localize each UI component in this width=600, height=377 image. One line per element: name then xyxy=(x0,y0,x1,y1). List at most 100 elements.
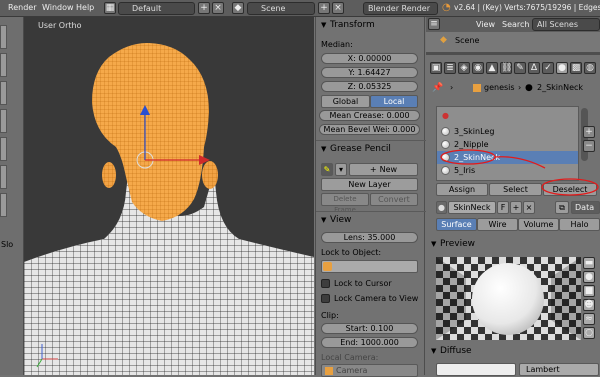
modifiers-tab-icon[interactable]: ✎ xyxy=(514,62,526,74)
scene-tree-icon: ◆ xyxy=(440,35,447,45)
view-panel-header[interactable]: ▼ View xyxy=(316,213,424,228)
material-slot-item[interactable]: 5_Iris xyxy=(437,164,578,177)
preview-monkey-icon[interactable]: ☻ xyxy=(583,299,595,311)
preview-sphere-icon[interactable]: ● xyxy=(583,271,595,283)
preview-flat-icon[interactable]: ▬ xyxy=(583,257,595,269)
material-preview xyxy=(436,257,581,340)
shelf-tab[interactable] xyxy=(0,193,7,217)
lens-field[interactable]: Lens: 35.000 xyxy=(321,232,418,243)
texture-tab-icon[interactable]: ▩ xyxy=(570,62,582,74)
material-browse-icon[interactable]: ● xyxy=(436,201,447,214)
shelf-tab[interactable] xyxy=(0,81,7,105)
tab-volume[interactable]: Volume xyxy=(518,218,559,231)
local-button[interactable]: Local xyxy=(370,95,418,108)
global-button[interactable]: Global xyxy=(321,95,370,108)
clip-start-field[interactable]: Start: 0.100 xyxy=(321,323,418,334)
editor-type-icon[interactable]: ≡ xyxy=(428,18,440,30)
material-tab-icon[interactable]: ● xyxy=(556,62,568,74)
physics-tab-icon[interactable]: ◍ xyxy=(584,62,596,74)
material-slot-label: 2_Nipple xyxy=(454,140,489,149)
outliner-filter-select[interactable]: All Scenes xyxy=(532,18,600,31)
shelf-tab[interactable] xyxy=(0,109,7,133)
deselect-button[interactable]: Deselect xyxy=(543,183,597,196)
outliner-search-menu[interactable]: Search xyxy=(502,20,529,29)
shelf-tab[interactable] xyxy=(0,137,7,161)
mean-crease-field[interactable]: Mean Crease: 0.000 xyxy=(319,110,420,121)
layers-tab-icon[interactable]: ≣ xyxy=(444,62,456,74)
material-slot-item[interactable]: 2_Nipple xyxy=(437,138,578,151)
diffuse-panel-header[interactable]: ▼ Diffuse xyxy=(426,344,600,359)
tab-wire[interactable]: Wire xyxy=(477,218,518,231)
preview-type-strip: ▬ ● ■ ☻ ≈ ○ xyxy=(582,257,597,339)
fake-user-button[interactable]: F xyxy=(497,201,509,214)
object-tab-icon[interactable]: ▲ xyxy=(486,62,498,74)
link-type-select[interactable]: Data xyxy=(571,201,600,214)
remove-layout-icon[interactable]: × xyxy=(212,2,224,14)
add-layout-icon[interactable]: + xyxy=(198,2,210,14)
bone-tab-icon[interactable]: ✓ xyxy=(542,62,554,74)
screen-layout-select[interactable]: Default xyxy=(118,2,195,15)
clip-end-field[interactable]: End: 1000.000 xyxy=(321,337,418,348)
pencil-icon[interactable]: ✎ xyxy=(321,163,333,176)
scene-select[interactable]: Scene xyxy=(247,2,315,15)
material-icon: ● xyxy=(525,83,533,93)
shelf-tab[interactable] xyxy=(0,165,7,189)
stats-text: v2.64 | (Key) Verts:7675/19296 | Edges:1 xyxy=(454,3,600,12)
grease-dropdown-icon[interactable]: ▾ xyxy=(335,163,347,176)
render-engine-select[interactable]: Blender Render xyxy=(363,2,438,15)
grease-pencil-header[interactable]: ▼ Grease Pencil xyxy=(316,142,424,157)
menu-window[interactable]: Window xyxy=(42,3,74,12)
shelf-tab[interactable] xyxy=(0,25,7,49)
material-slot-item[interactable]: 3_SkinLeg xyxy=(437,125,578,138)
convert-button[interactable]: Convert xyxy=(370,193,418,206)
delete-frame-button[interactable]: Delete Frame xyxy=(321,193,369,214)
lock-camera-checkbox[interactable] xyxy=(321,294,330,303)
select-button[interactable]: Select xyxy=(489,183,542,196)
3d-viewport[interactable]: User Ortho xyxy=(24,17,314,375)
outliner-scene-item[interactable]: Scene xyxy=(455,36,479,45)
shelf-tab[interactable] xyxy=(0,53,7,77)
diffuse-color-swatch[interactable] xyxy=(436,363,516,376)
render-tab-icon[interactable]: ▣ xyxy=(430,62,442,74)
preview-sky-icon[interactable]: ○ xyxy=(583,327,595,339)
pin-icon[interactable]: 📌 xyxy=(432,83,443,93)
preview-cube-icon[interactable]: ■ xyxy=(583,285,595,297)
median-y-field[interactable]: Y: 1.64427 xyxy=(321,67,418,78)
outliner-view-menu[interactable]: View xyxy=(476,20,495,29)
screen-layout-icon[interactable]: ▦ xyxy=(104,2,116,14)
grease-new-button[interactable]: + New xyxy=(349,163,418,176)
unlink-material-button[interactable]: × xyxy=(523,201,535,214)
remove-scene-icon[interactable]: × xyxy=(332,2,344,14)
scene-icon[interactable]: ◆ xyxy=(232,2,244,14)
menu-help[interactable]: Help xyxy=(76,3,94,12)
assign-button[interactable]: Assign xyxy=(436,183,488,196)
menu-render[interactable]: Render xyxy=(8,3,36,12)
lock-camera-label: Lock Camera to View xyxy=(334,294,419,303)
link-icon[interactable]: ⧉ xyxy=(555,201,569,214)
preview-panel-header[interactable]: ▼ Preview xyxy=(426,237,600,252)
add-material-button[interactable]: + xyxy=(510,201,522,214)
data-tab-icon[interactable]: ∆ xyxy=(528,62,540,74)
median-z-field[interactable]: Z: 0.05325 xyxy=(321,81,418,92)
preview-hair-icon[interactable]: ≈ xyxy=(583,313,595,325)
local-camera-field[interactable]: Camera xyxy=(321,364,418,377)
tab-surface[interactable]: Surface xyxy=(436,218,477,231)
material-slot-item[interactable]: 2_SkinNeck xyxy=(437,151,578,164)
material-slot-label: 5_Iris xyxy=(454,166,476,175)
list-add-icon[interactable]: + xyxy=(583,126,595,138)
material-name-field[interactable]: SkinNeck xyxy=(448,201,496,214)
add-scene-icon[interactable]: + xyxy=(318,2,330,14)
list-remove-icon[interactable]: − xyxy=(583,140,595,152)
lock-cursor-checkbox[interactable] xyxy=(321,279,330,288)
diffuse-shader-select[interactable]: Lambert xyxy=(519,363,599,376)
transform-panel-header[interactable]: ▼ Transform xyxy=(316,18,424,33)
scene-tab-icon[interactable]: ◈ xyxy=(458,62,470,74)
tab-halo[interactable]: Halo xyxy=(559,218,600,231)
mean-bevel-field[interactable]: Mean Bevel Wei: 0.000 xyxy=(319,124,420,135)
world-tab-icon[interactable]: ◉ xyxy=(472,62,484,74)
new-layer-button[interactable]: New Layer xyxy=(321,178,418,191)
median-x-field[interactable]: X: 0.00000 xyxy=(321,53,418,64)
lock-object-field[interactable] xyxy=(321,260,418,273)
material-sphere-icon xyxy=(441,127,450,136)
constraints-tab-icon[interactable]: ⛓ xyxy=(500,62,512,74)
